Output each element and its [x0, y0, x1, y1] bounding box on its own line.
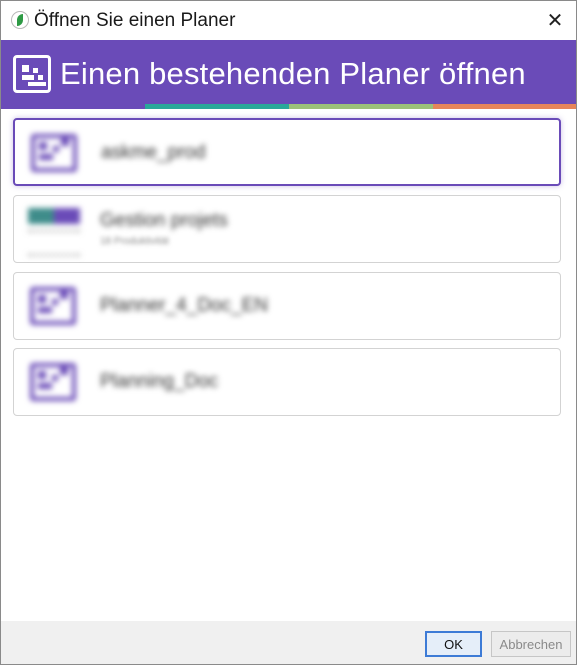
planner-name: askme_prod	[101, 142, 206, 163]
project-plan-icon	[24, 204, 84, 256]
accent-stripe-4	[433, 104, 576, 109]
planner-list-item[interactable]: Planning_Doc	[13, 348, 561, 416]
accent-stripe-2	[145, 104, 289, 109]
header-banner: Einen bestehenden Planer öffnen	[1, 40, 576, 104]
dialog-footer: OK Abbrechen	[1, 621, 576, 664]
close-button[interactable]: ✕	[542, 7, 568, 33]
title-bar: Öffnen Sie einen Planer ✕	[1, 1, 576, 39]
accent-stripe-1	[1, 104, 145, 109]
ok-button[interactable]: OK	[425, 631, 482, 657]
window-title: Öffnen Sie einen Planer	[34, 10, 236, 31]
planner-list-item[interactable]: Planner_4_Doc_EN	[13, 272, 561, 340]
planner-icon	[24, 281, 84, 333]
planner-subtitle: 18 Produktivität	[100, 236, 169, 247]
close-icon: ✕	[546, 9, 564, 32]
open-planner-dialog: Öffnen Sie einen Planer ✕ Einen bestehen…	[0, 0, 577, 665]
planner-list-item[interactable]: askme_prod	[13, 118, 561, 186]
project-leaf-icon	[11, 11, 29, 29]
planner-name: Planner_4_Doc_EN	[100, 295, 268, 316]
planner-list-item[interactable]: Gestion projets 18 Produktivität	[13, 195, 561, 263]
planner-icon	[25, 128, 85, 180]
banner-title: Einen bestehenden Planer öffnen	[60, 56, 526, 91]
planner-icon	[24, 357, 84, 409]
planner-name: Planning_Doc	[100, 371, 219, 392]
cancel-button[interactable]: Abbrechen	[491, 631, 571, 657]
planner-list: askme_prod Gestion projets 18 Produktivi…	[11, 117, 564, 616]
accent-stripe-3	[289, 104, 433, 109]
planner-name: Gestion projets	[100, 210, 228, 231]
planner-icon	[13, 55, 51, 93]
